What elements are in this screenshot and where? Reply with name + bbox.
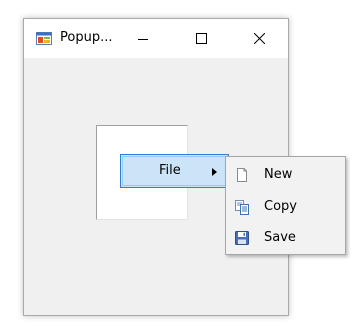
windows-form-icon (36, 32, 52, 45)
file-submenu: New Copy Save (225, 156, 346, 255)
menu-item-file[interactable]: File (120, 154, 229, 188)
minimize-icon (138, 38, 148, 40)
submenu-arrow-icon (212, 168, 217, 176)
close-button[interactable] (236, 19, 282, 58)
menu-item-save[interactable]: Save (228, 223, 343, 253)
menu-item-new[interactable]: New (228, 160, 343, 190)
close-icon (253, 33, 265, 44)
window-title: Popup... (60, 30, 113, 45)
maximize-button[interactable] (178, 19, 224, 58)
menu-item-save-label: Save (264, 230, 296, 245)
menu-item-new-label: New (264, 167, 293, 182)
menu-item-file-label: File (159, 163, 181, 178)
title-bar[interactable]: Popup... (24, 19, 288, 58)
save-disk-icon (235, 231, 249, 245)
menu-item-copy[interactable]: Copy (228, 192, 343, 222)
copy-icon (235, 200, 249, 215)
menu-item-copy-label: Copy (264, 199, 297, 214)
minimize-button[interactable] (120, 19, 166, 58)
maximize-icon (195, 33, 207, 44)
new-document-icon (237, 168, 247, 182)
